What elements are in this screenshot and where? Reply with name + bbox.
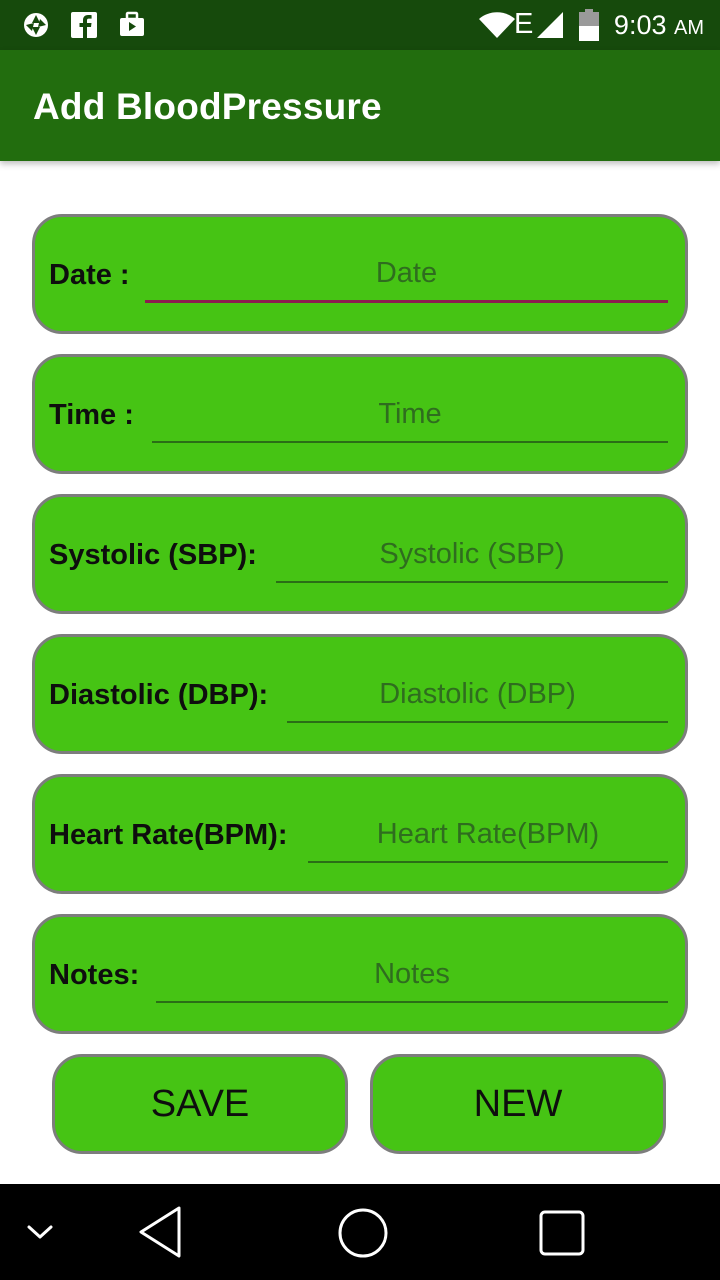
systolic-field-card: Systolic (SBP): (32, 494, 688, 614)
date-input[interactable] (145, 247, 668, 303)
page-title: Add BloodPressure (33, 86, 382, 127)
app-bar: Add BloodPressure (0, 50, 720, 161)
notes-input[interactable] (156, 947, 668, 1003)
notes-field-card: Notes: (32, 914, 688, 1034)
back-icon[interactable] (136, 1204, 186, 1260)
battery-icon (579, 9, 599, 41)
diastolic-field-card: Diastolic (DBP): (32, 634, 688, 754)
diastolic-input[interactable] (287, 667, 668, 723)
heart-rate-input[interactable] (308, 807, 668, 863)
systolic-label: Systolic (SBP): (49, 539, 257, 571)
time-input[interactable] (152, 387, 668, 443)
status-time: 9:03 AM (614, 10, 704, 41)
heart-rate-label: Heart Rate(BPM): (49, 819, 288, 851)
recents-icon[interactable] (537, 1208, 587, 1258)
status-bar: E 9:03 AM (0, 0, 720, 50)
notes-label: Notes: (49, 959, 140, 991)
navigation-bar (0, 1184, 720, 1280)
time-label: Time : (49, 399, 134, 431)
date-label: Date : (49, 259, 130, 291)
wifi-icon (479, 12, 515, 38)
facebook-icon (71, 12, 97, 38)
briefcase-icon (120, 11, 144, 36)
heart-rate-field-card: Heart Rate(BPM): (32, 774, 688, 894)
signal-icon (537, 12, 563, 38)
aperture-icon (24, 13, 48, 37)
systolic-input[interactable] (276, 527, 668, 583)
chevron-down-icon[interactable] (24, 1222, 56, 1242)
clock-time: 9:03 (613, 10, 667, 40)
home-icon[interactable] (336, 1206, 390, 1260)
clock-ampm: AM (674, 17, 704, 39)
time-field-card: Time : (32, 354, 688, 474)
save-button[interactable]: SAVE (52, 1054, 348, 1154)
new-button[interactable]: NEW (370, 1054, 666, 1154)
network-type-label: E (514, 8, 534, 40)
date-field-card: Date : (32, 214, 688, 334)
diastolic-label: Diastolic (DBP): (49, 679, 269, 711)
